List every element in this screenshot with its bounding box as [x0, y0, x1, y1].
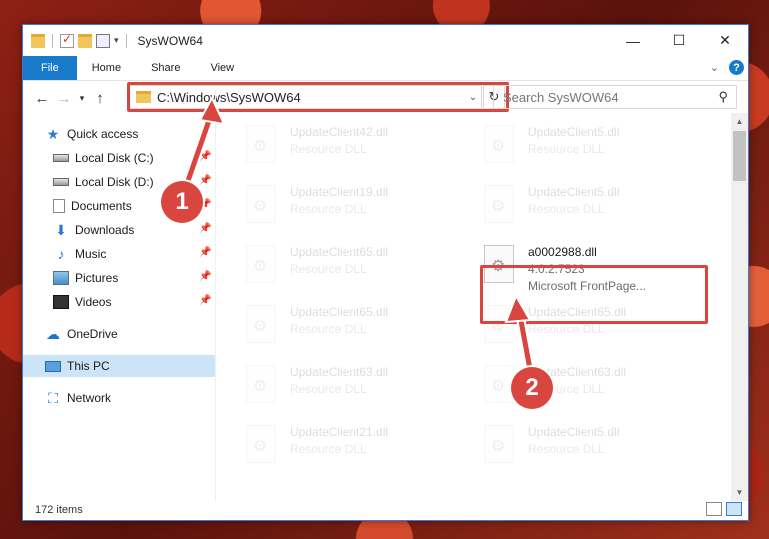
arrow-1-head [198, 95, 226, 126]
callout-badge-2: 2 [511, 367, 553, 409]
callout-arrows [177, 95, 537, 385]
callout-badge-1: 1 [161, 181, 203, 223]
arrow-2-head [504, 293, 532, 324]
